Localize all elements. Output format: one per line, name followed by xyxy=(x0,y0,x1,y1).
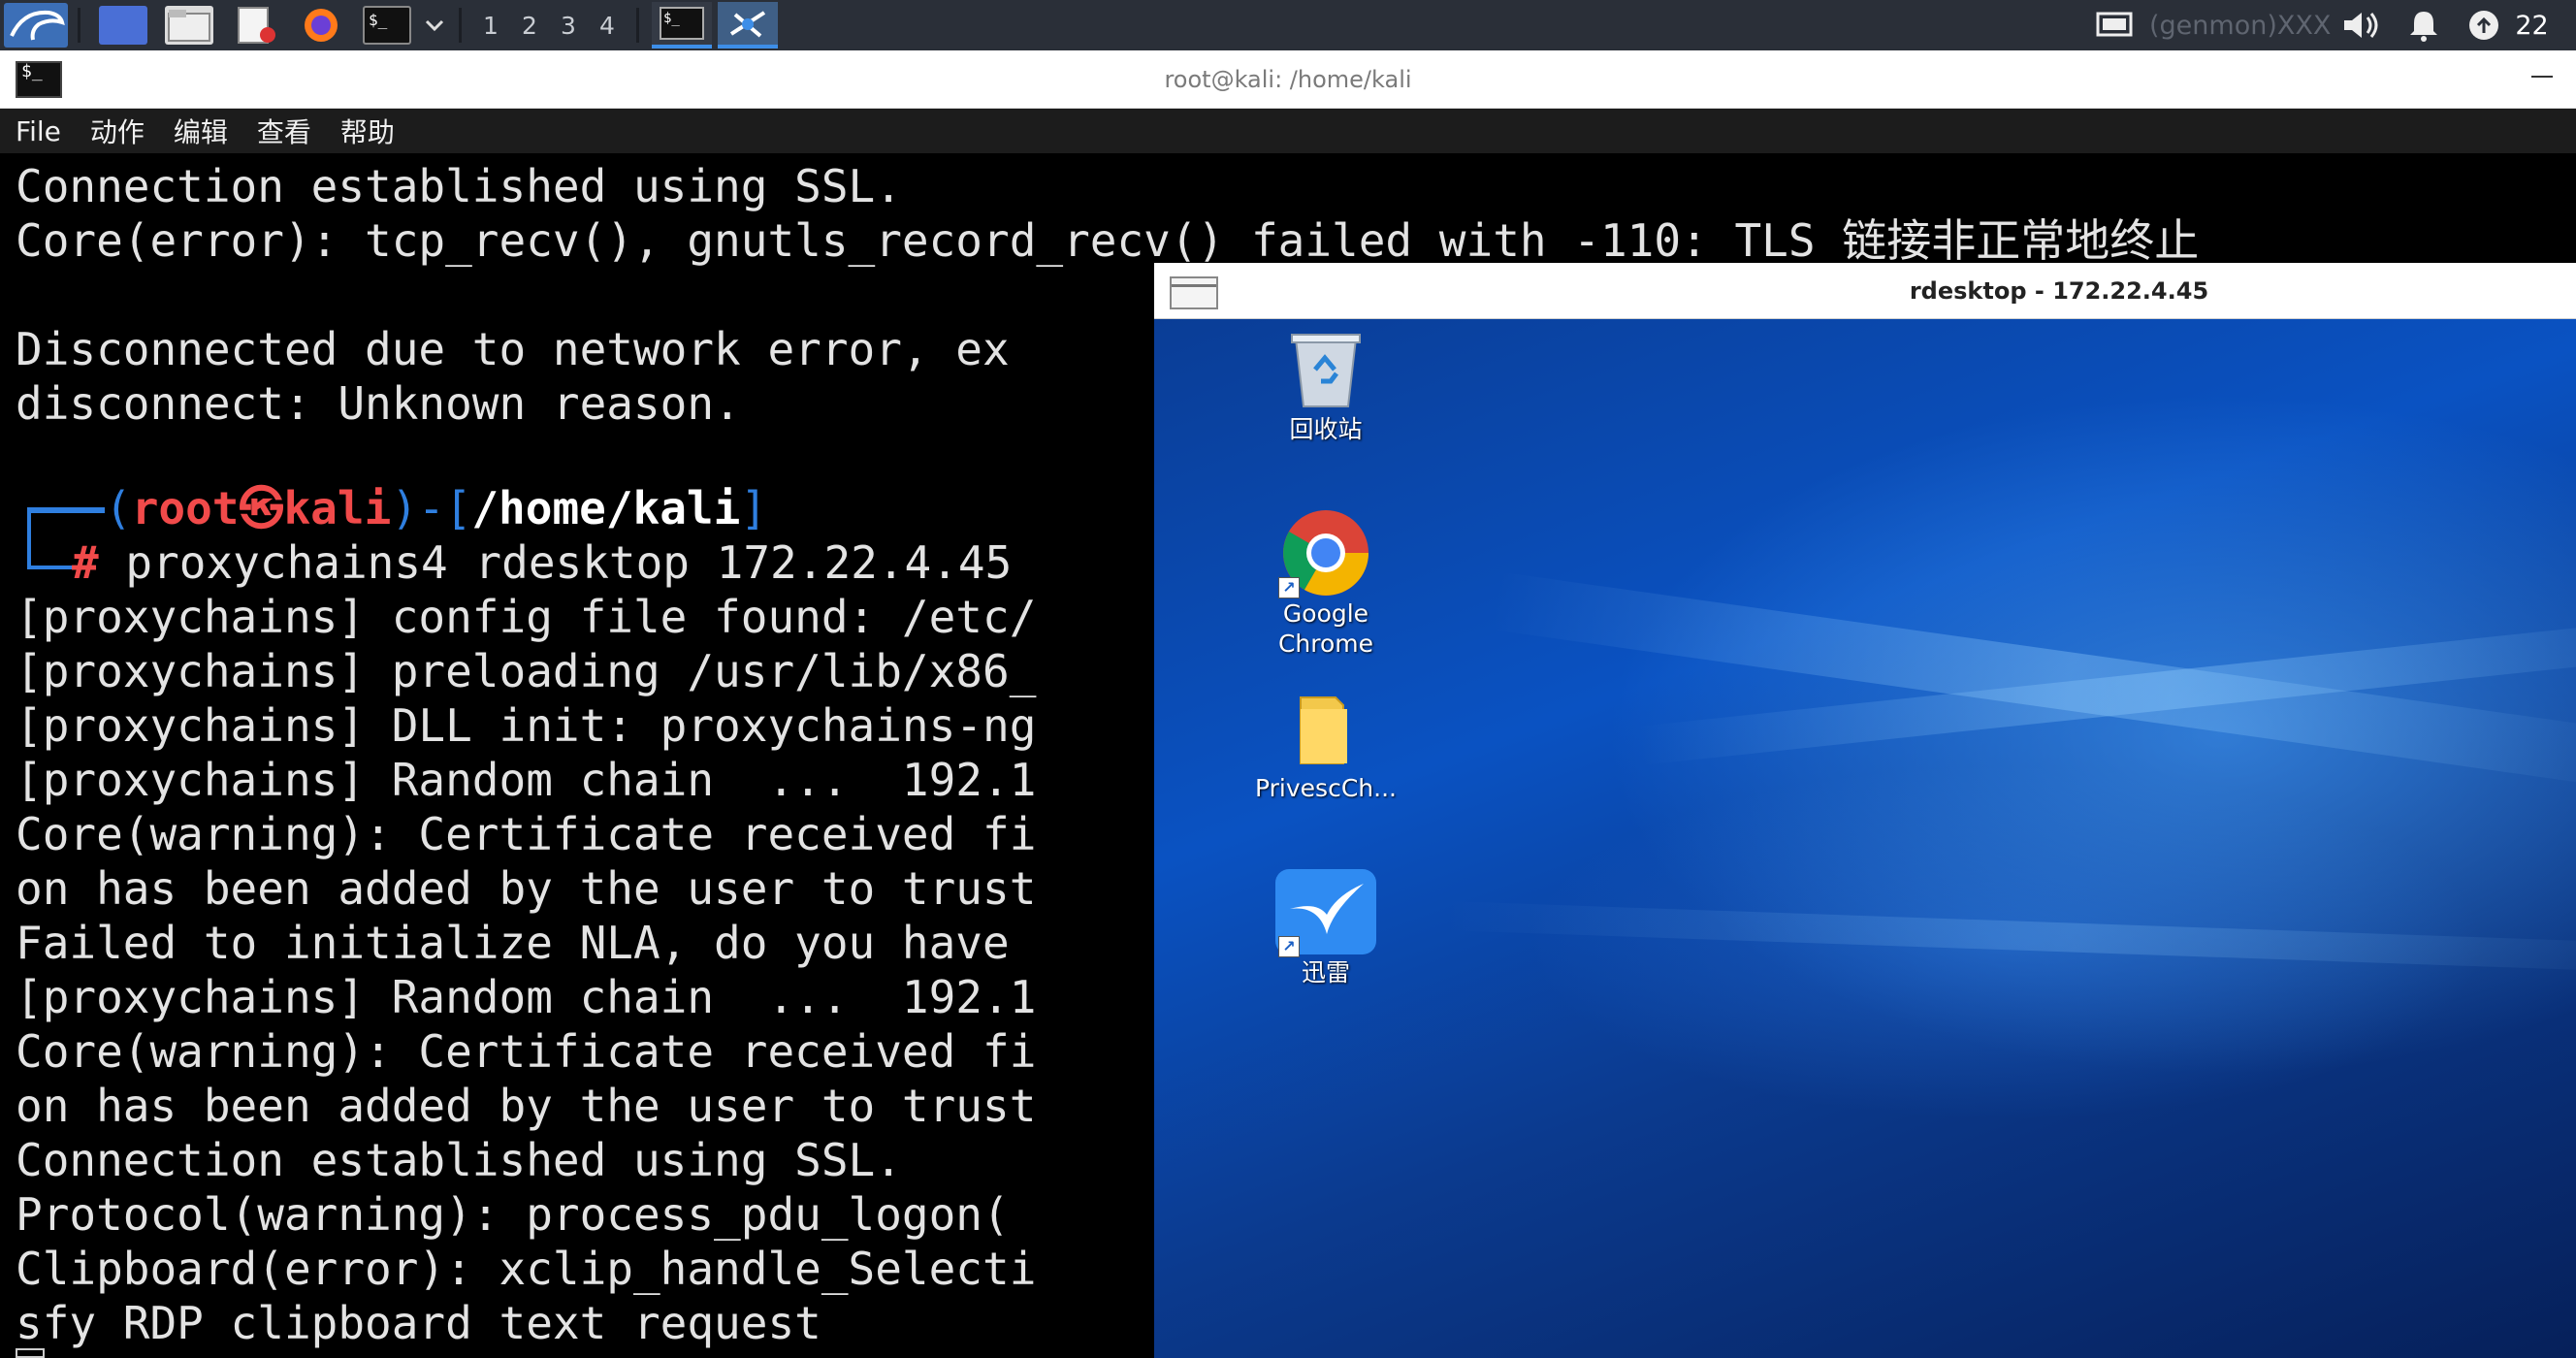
panel-separator xyxy=(636,8,639,43)
recycle-bin-icon xyxy=(1291,334,1361,407)
terminal-line: disconnect: Unknown reason. xyxy=(16,377,741,430)
panel-separator xyxy=(459,8,462,43)
clock[interactable]: 22 xyxy=(2515,11,2548,41)
terminal-line: Clipboard(error): xclip_handle_Selecti xyxy=(16,1243,1037,1295)
wallpaper-light-beam xyxy=(1444,901,2576,975)
genmon-label: (genmon)XXX xyxy=(2149,10,2332,41)
terminal-line: [proxychains] preloading /usr/lib/x86_ xyxy=(16,645,1037,697)
terminal-line: [proxychains] Random chain ... 192.1 xyxy=(16,971,1037,1023)
notification-bell-icon[interactable] xyxy=(2404,8,2443,43)
terminal-line: Failed to initialize NLA, do you have xyxy=(16,917,1010,969)
kali-dragon-icon xyxy=(4,3,68,48)
power-icon[interactable] xyxy=(2464,8,2503,43)
recycle-bin-label: 回收站 xyxy=(1289,415,1363,443)
svg-text:$_: $_ xyxy=(369,11,388,29)
rdesktop-window-title: rdesktop - 172.22.4.45 xyxy=(1909,277,2209,305)
terminal-line: Connection established using SSL. xyxy=(16,160,902,212)
terminal-line: sfy RDP clipboard text request xyxy=(16,1297,821,1349)
text-editor-button[interactable] xyxy=(222,0,288,50)
firefox-icon xyxy=(297,6,345,45)
menu-actions[interactable]: 动作 xyxy=(90,112,145,150)
prompt-header: (root㉿kali)-[/home/kali] xyxy=(105,482,768,534)
file-manager-button[interactable] xyxy=(156,0,222,50)
rdesktop-window[interactable]: rdesktop - 172.22.4.45 回收站 ↗ Google Chro… xyxy=(1154,263,2576,1358)
terminal-launcher-button[interactable]: $_ xyxy=(354,0,420,50)
menu-view[interactable]: 查看 xyxy=(257,112,311,150)
text-editor-icon xyxy=(231,6,279,45)
kali-menu-button[interactable] xyxy=(0,0,68,50)
top-panel: $_ 1 2 3 4 $_ (genmon)XXX 22 xyxy=(0,0,2576,50)
terminal-window-title: root@kali: /home/kali xyxy=(1164,66,1412,93)
panel-separator xyxy=(78,8,80,43)
terminal-titlebar[interactable]: $_ root@kali: /home/kali xyxy=(0,50,2576,109)
terminal-line: Core(warning): Certificate received fi xyxy=(16,1025,1037,1078)
rdesktop-icon xyxy=(729,11,766,38)
prompt-command: # proxychains4 rdesktop 172.22.4.45 xyxy=(72,536,1013,589)
prompt-bracket-decoration xyxy=(27,509,105,513)
prompt-bracket-decoration xyxy=(27,509,31,569)
terminal-line: [proxychains] Random chain ... 192.1 xyxy=(16,754,1037,806)
terminal-menubar: File 动作 编辑 查看 帮助 xyxy=(0,109,2576,153)
workspace-4[interactable]: 4 xyxy=(588,0,627,50)
system-tray: (genmon)XXX 22 xyxy=(2095,0,2549,50)
desktop-icon-xunlei[interactable]: ↗ 迅雷 xyxy=(1243,866,1408,987)
desktop-icon-privesc-folder[interactable]: PrivescCh... xyxy=(1243,692,1408,803)
workspace-2[interactable]: 2 xyxy=(510,0,549,50)
terminal-cursor xyxy=(16,1348,45,1358)
desktop-icon-recycle-bin[interactable]: 回收站 xyxy=(1243,331,1408,444)
shortcut-arrow-icon: ↗ xyxy=(1278,936,1300,957)
workspace-3[interactable]: 3 xyxy=(549,0,588,50)
privesc-folder-label: PrivescCh... xyxy=(1255,774,1397,802)
prompt-bracket-decoration xyxy=(27,566,76,569)
terminal-dropdown[interactable] xyxy=(420,0,449,50)
desktop-icon xyxy=(99,6,147,45)
minimize-button[interactable] xyxy=(2528,60,2557,89)
terminal-line: on has been added by the user to trust xyxy=(16,1080,1037,1132)
terminal-line: Protocol(warning): process_pdu_logon( xyxy=(16,1188,1010,1241)
terminal-icon: $_ xyxy=(363,6,411,45)
firefox-button[interactable] xyxy=(288,0,354,50)
display-icon[interactable] xyxy=(2095,10,2134,41)
menu-help[interactable]: 帮助 xyxy=(340,112,395,150)
svg-text:$_: $_ xyxy=(663,11,680,26)
folder-icon xyxy=(1300,696,1347,764)
terminal-line: [proxychains] DLL init: proxychains-ng xyxy=(16,699,1037,752)
terminal-line: Connection established using SSL. xyxy=(16,1134,902,1186)
terminal-line: Core(warning): Certificate received fi xyxy=(16,808,1037,860)
terminal-line: Disconnected due to network error, ex xyxy=(16,323,1010,375)
taskbar-terminal[interactable]: $_ xyxy=(652,2,712,48)
folder-icon xyxy=(165,6,213,45)
window-menu-icon[interactable] xyxy=(1170,276,1218,309)
xunlei-label: 迅雷 xyxy=(1301,958,1350,986)
chrome-label: Google Chrome xyxy=(1277,599,1374,658)
desktop-icon-google-chrome[interactable]: ↗ Google Chrome xyxy=(1243,507,1408,659)
taskbar-rdesktop[interactable] xyxy=(718,2,778,48)
volume-icon[interactable] xyxy=(2340,8,2383,43)
shortcut-arrow-icon: ↗ xyxy=(1278,577,1300,598)
terminal-line: Core(error): tcp_recv(), gnutls_record_r… xyxy=(16,214,2200,267)
workspace-1[interactable]: 1 xyxy=(471,0,510,50)
rdesktop-titlebar[interactable]: rdesktop - 172.22.4.45 xyxy=(1154,263,2576,319)
show-desktop-button[interactable] xyxy=(90,0,156,50)
remote-desktop[interactable]: 回收站 ↗ Google Chrome PrivescCh... ↗ 迅雷 xyxy=(1154,319,2576,1358)
terminal-line: on has been added by the user to trust xyxy=(16,862,1037,915)
terminal-line: [proxychains] config file found: /etc/ xyxy=(16,591,1037,643)
menu-edit[interactable]: 编辑 xyxy=(174,112,228,150)
terminal-icon: $_ xyxy=(660,7,704,40)
menu-file[interactable]: File xyxy=(16,115,61,147)
chevron-down-icon xyxy=(425,19,444,32)
